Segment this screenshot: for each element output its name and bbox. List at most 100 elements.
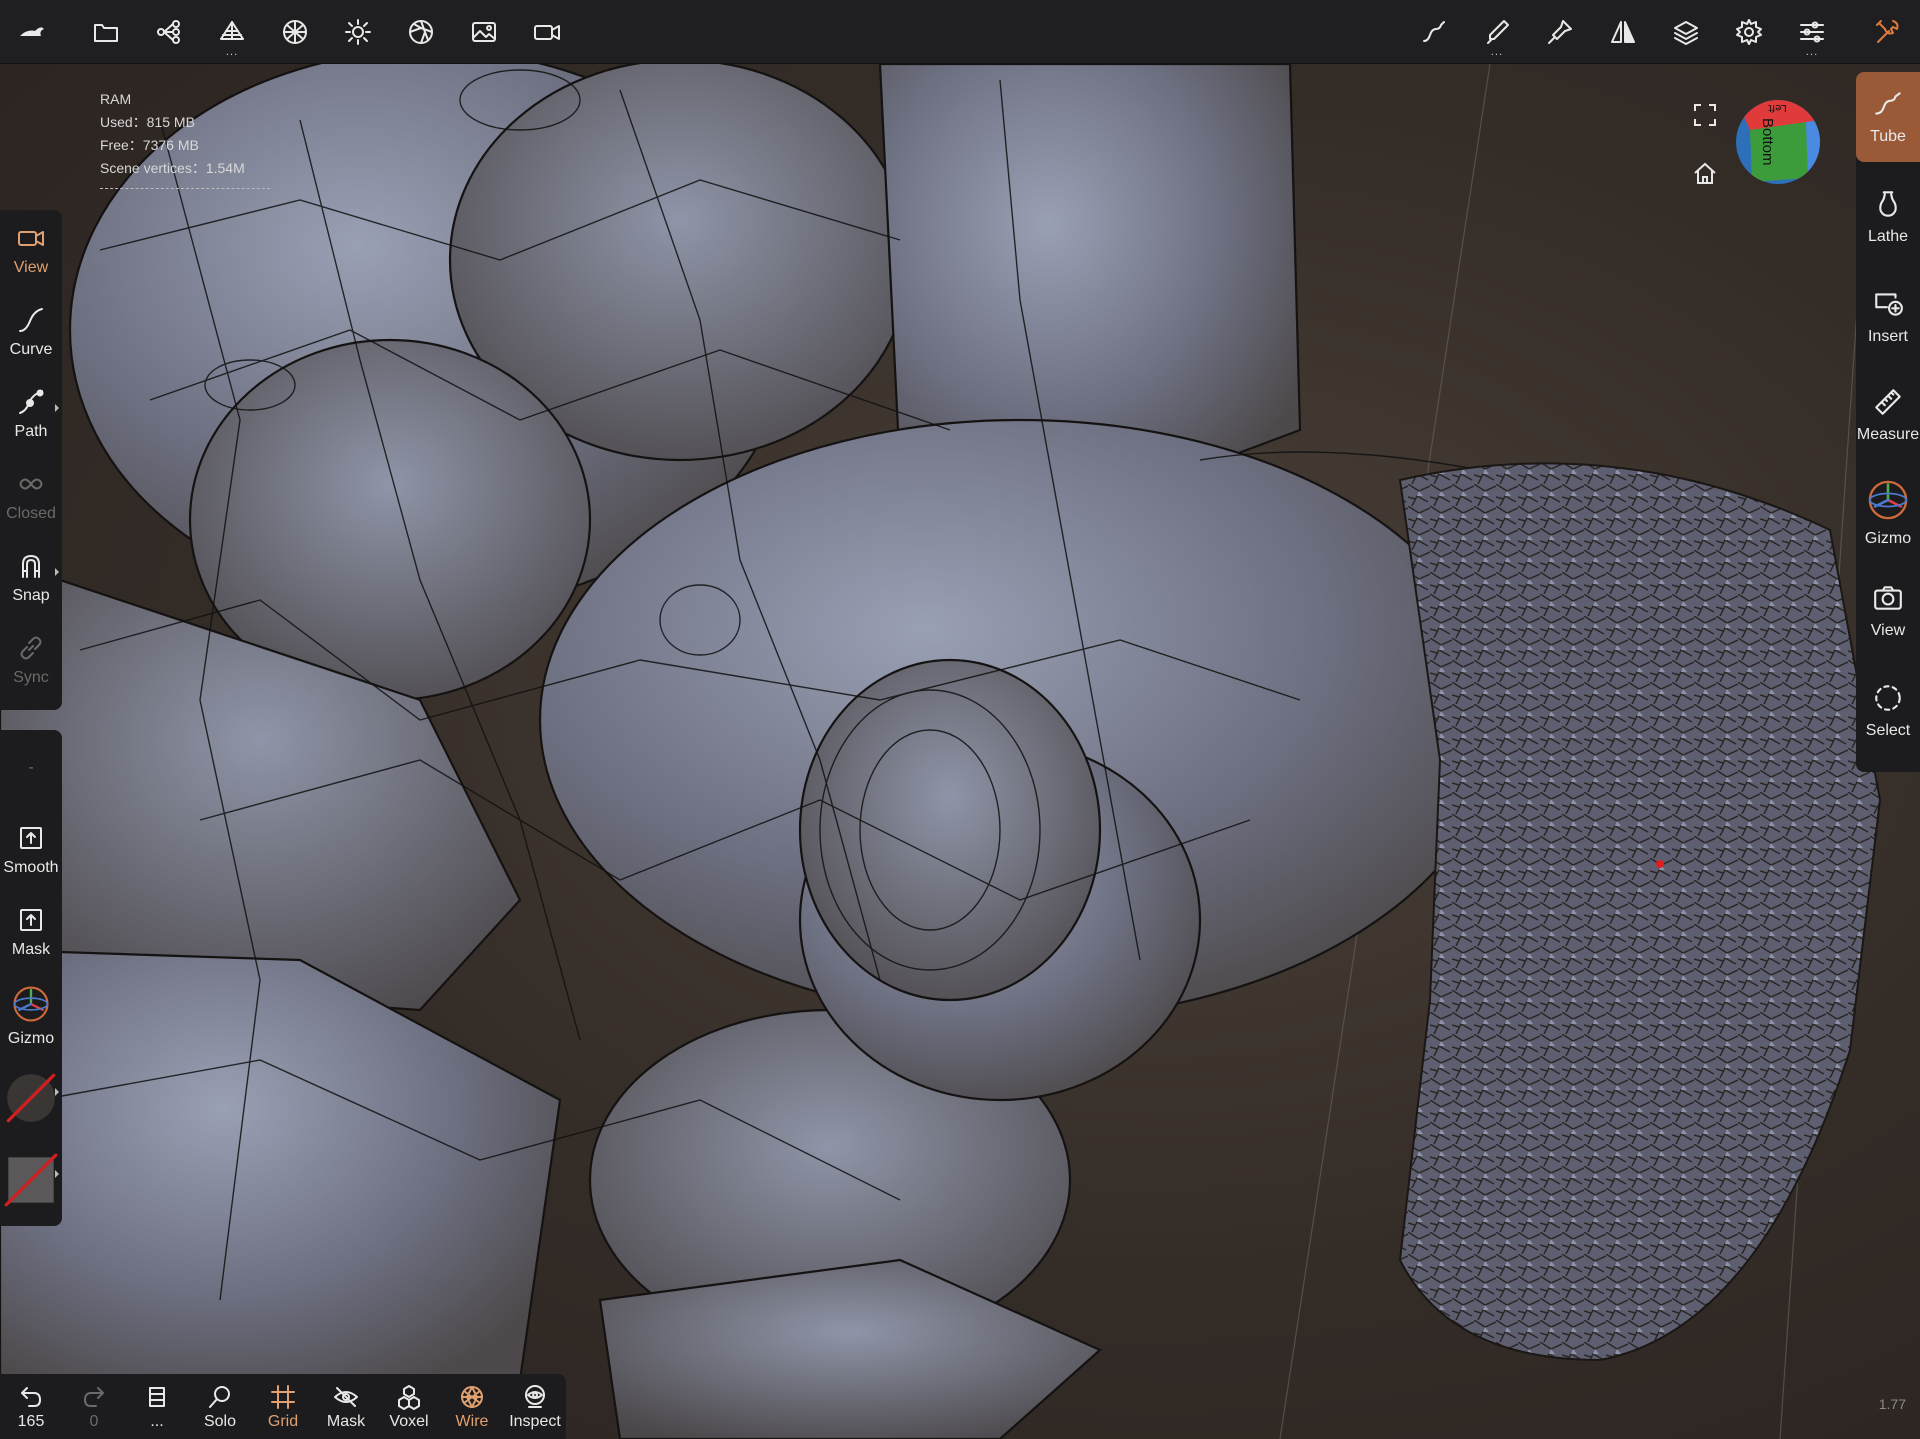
- redo-count: 0: [89, 1412, 99, 1430]
- submenu-arrow-icon: [55, 1088, 59, 1096]
- lighting-icon[interactable]: [334, 8, 382, 56]
- brush-icon[interactable]: ...: [1473, 8, 1521, 58]
- measure-button[interactable]: Measure: [1856, 370, 1920, 460]
- history-button[interactable]: ...: [126, 1374, 188, 1439]
- background-image-icon[interactable]: [460, 8, 508, 56]
- slot-dash-label: -: [28, 759, 34, 776]
- mask-visibility-toggle[interactable]: Mask: [315, 1374, 377, 1439]
- stroke-icon[interactable]: [1410, 8, 1458, 56]
- mask-visibility-label: Mask: [326, 1412, 366, 1430]
- wireframe-mesh: [0, 64, 1882, 1439]
- nav-cube-top-label: Left: [1768, 102, 1787, 113]
- search-icon: [209, 1385, 230, 1408]
- tool-quick-panel: - Smooth Mask Gizmo: [0, 730, 62, 1226]
- select-label: Select: [1865, 722, 1911, 739]
- path-label: Path: [14, 423, 48, 440]
- loop-icon: [19, 478, 43, 490]
- closed-label: Closed: [6, 505, 56, 522]
- top-toolbar: ... ... ...: [0, 0, 1920, 64]
- view-button[interactable]: View: [1856, 566, 1920, 656]
- curve-button[interactable]: Curve: [0, 292, 62, 372]
- wire-label: Wire: [455, 1412, 489, 1430]
- scene-vertices: Scene vertices：1.54M: [100, 160, 245, 176]
- tube-icon: [1875, 92, 1901, 115]
- gizmo-label: Gizmo: [7, 1030, 55, 1047]
- curve-icon: [19, 308, 43, 332]
- link-icon: [20, 636, 42, 660]
- gizmo-button[interactable]: Gizmo: [0, 976, 62, 1056]
- gizmo-label: Gizmo: [1864, 530, 1912, 547]
- grid-toggle[interactable]: Grid: [252, 1374, 314, 1439]
- lasso-select-icon: [1875, 685, 1901, 711]
- bottom-toolbar: 165 0 ... Solo Grid Mask Voxel Wire Insp…: [0, 1374, 566, 1439]
- sync-toggle[interactable]: Sync: [0, 620, 62, 700]
- measure-label: Measure: [1856, 426, 1920, 443]
- inspect-label: Inspect: [509, 1412, 561, 1430]
- stack-icon: [149, 1386, 165, 1407]
- closed-toggle[interactable]: Closed: [0, 456, 62, 536]
- redo-icon: [84, 1386, 104, 1407]
- grid-icon: [271, 1384, 295, 1409]
- solo-button[interactable]: Solo: [189, 1374, 251, 1439]
- smooth-button[interactable]: Smooth: [0, 810, 62, 890]
- path-button[interactable]: Path: [0, 374, 62, 454]
- sync-label: Sync: [13, 669, 49, 686]
- settings-icon[interactable]: [1725, 8, 1773, 56]
- home-icon[interactable]: [1690, 158, 1720, 188]
- camera-icon[interactable]: [523, 8, 571, 56]
- navigation-cube[interactable]: Bottom Left: [1736, 100, 1820, 184]
- lathe-button[interactable]: Lathe: [1856, 172, 1920, 262]
- snap-toggle[interactable]: Snap: [0, 538, 62, 618]
- wireframe-toggle[interactable]: Wire: [441, 1374, 503, 1439]
- shading-icon[interactable]: [397, 8, 445, 56]
- inspect-button[interactable]: Inspect: [504, 1374, 566, 1439]
- folder-icon[interactable]: [82, 8, 130, 56]
- ram-info: RAM Used：815 MB Free：7376 MB Scene verti…: [100, 88, 270, 189]
- insert-button[interactable]: Insert: [1856, 272, 1920, 362]
- voxel-cubes-icon: [398, 1384, 420, 1410]
- layers-icon[interactable]: [1662, 8, 1710, 56]
- view-label: View: [1870, 622, 1906, 639]
- lathe-label: Lathe: [1867, 228, 1909, 245]
- tube-button[interactable]: Tube: [1856, 72, 1920, 162]
- topology-icon[interactable]: [271, 8, 319, 56]
- mask-icon: [20, 909, 42, 931]
- material-sphere-slot[interactable]: [0, 1058, 62, 1138]
- undo-icon: [21, 1386, 41, 1407]
- app-logo-icon[interactable]: [8, 8, 56, 56]
- smooth-icon: [20, 827, 42, 849]
- photo-camera-icon: [1874, 586, 1902, 610]
- undo-button[interactable]: 165: [0, 1374, 62, 1439]
- insert-icon: [1875, 293, 1903, 316]
- submenu-arrow-icon: [55, 1170, 59, 1178]
- nav-cube-bottom-label: Bottom: [1759, 118, 1776, 166]
- painting-icon[interactable]: [1536, 8, 1584, 56]
- cursor-point: [1656, 860, 1664, 868]
- 3d-viewport[interactable]: [0, 64, 1920, 1439]
- select-button[interactable]: Select: [1856, 666, 1920, 756]
- mask-label: Mask: [11, 941, 51, 958]
- ram-used: Used：815 MB: [100, 114, 195, 130]
- material-sphere-icon: [6, 1073, 56, 1123]
- undo-count: 165: [17, 1412, 45, 1430]
- mask-button[interactable]: Mask: [0, 892, 62, 972]
- fullscreen-icon[interactable]: [1690, 100, 1720, 130]
- view-toggle[interactable]: View: [0, 210, 62, 290]
- curve-label: Curve: [9, 341, 53, 358]
- voxel-button[interactable]: Voxel: [378, 1374, 440, 1439]
- primitives-icon[interactable]: ...: [208, 8, 256, 58]
- redo-button[interactable]: 0: [63, 1374, 125, 1439]
- ram-separator: [100, 188, 270, 189]
- grid-label: Grid: [267, 1412, 299, 1430]
- symmetry-icon[interactable]: [1599, 8, 1647, 56]
- slot-empty[interactable]: -: [0, 730, 62, 806]
- sliders-icon[interactable]: ...: [1788, 8, 1836, 58]
- tools-icon[interactable]: [1864, 8, 1912, 56]
- camera-icon: [18, 231, 44, 246]
- material-color-slot[interactable]: [0, 1140, 62, 1220]
- gizmo-button[interactable]: Gizmo: [1856, 468, 1920, 558]
- path-icon: [19, 389, 44, 414]
- submenu-arrow-icon: [55, 568, 59, 576]
- scene-tree-icon[interactable]: [145, 8, 193, 56]
- eye-slash-icon: [334, 1386, 358, 1407]
